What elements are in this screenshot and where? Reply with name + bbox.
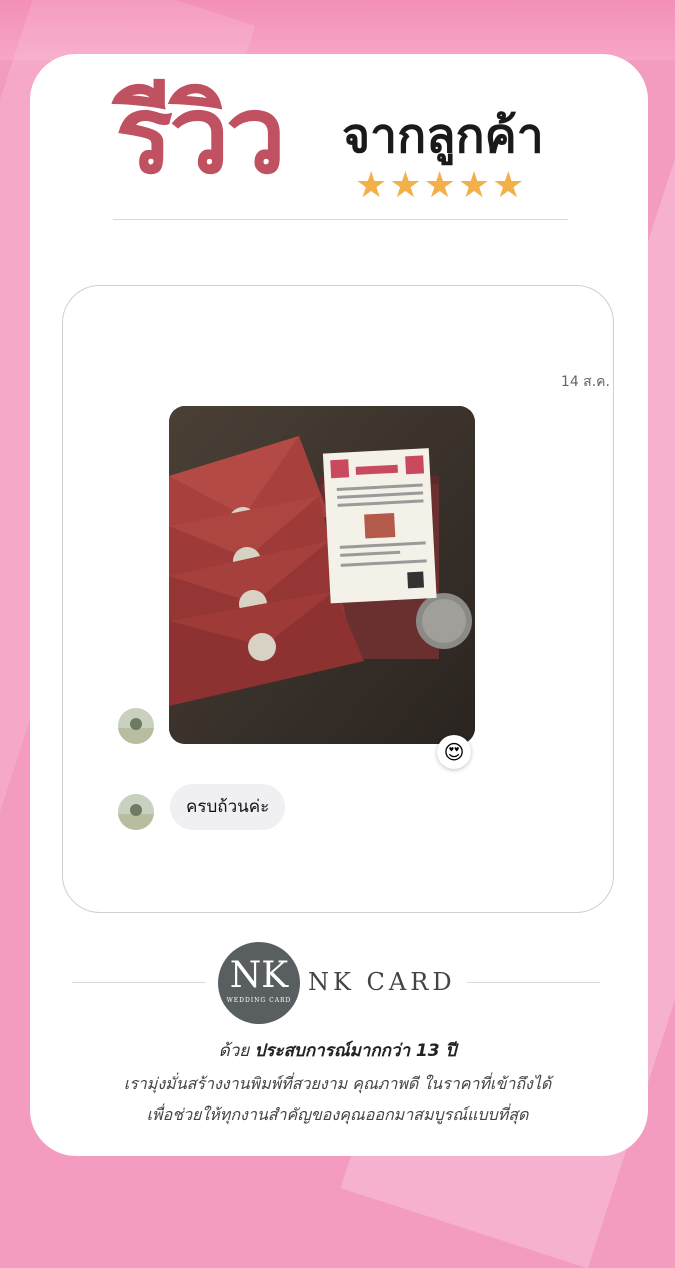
heart-eyes-reaction[interactable]: 😍 <box>437 735 471 769</box>
sender-avatar[interactable] <box>118 708 154 744</box>
brand-name: NK CARD <box>308 968 456 996</box>
sender-avatar-second[interactable] <box>118 794 154 830</box>
tagline-experience: ประสบการณ์มากกว่า 13 ปี <box>254 1041 457 1061</box>
invitation-photo[interactable] <box>169 406 475 744</box>
tagline-prefix: ด้วย <box>218 1041 250 1061</box>
nk-logo: NK WEDDING CARD <box>218 942 300 1024</box>
header-divider <box>113 219 568 220</box>
review-subtitle: จากลูกค้า <box>342 108 544 164</box>
brand-description-line2: เพื่อช่วยให้ทุกงานสำคัญของคุณออกมาสมบูรณ… <box>146 1105 529 1124</box>
chat-screenshot: 14 ส.ค. 😍 ครบถ้วนค่ะ <box>62 285 614 913</box>
brand-description-line1: เรามุ่งมั่นสร้างงานพิมพ์ที่สวยงาม คุณภาพ… <box>123 1074 552 1093</box>
heart-eyes-emoji-icon: 😍 <box>443 740 465 764</box>
message-bubble[interactable]: ครบถ้วนค่ะ <box>170 784 286 830</box>
logo-letters: NK <box>229 955 289 996</box>
brand-divider-right <box>467 982 600 983</box>
rating-stars: ★★★★★ <box>355 165 527 206</box>
review-title: รีวิว <box>115 73 286 198</box>
logo-subtitle: WEDDING CARD <box>226 997 292 1004</box>
message-date: 14 ส.ค. <box>560 374 610 390</box>
brand-tagline: ด้วย ประสบการณ์มากกว่า 13 ปี <box>0 1037 675 1064</box>
brand-divider-left <box>72 982 206 983</box>
